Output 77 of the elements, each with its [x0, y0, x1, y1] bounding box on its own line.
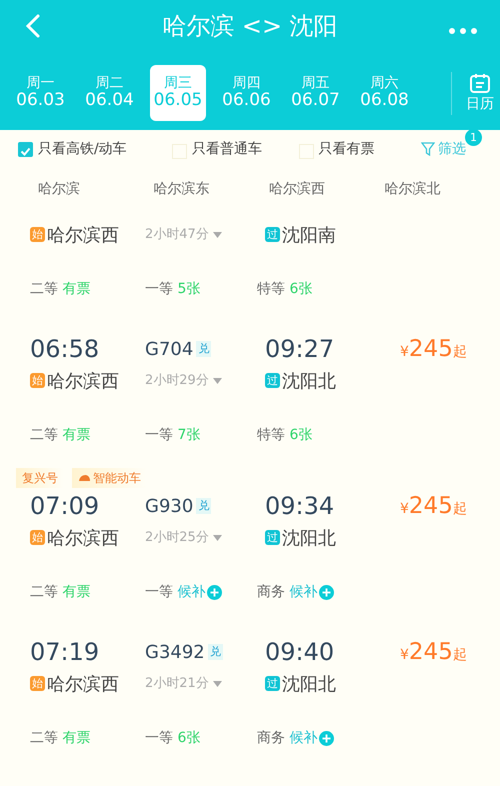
seat-availability: 商务 候补 [257, 728, 318, 748]
station-tab[interactable]: 哈尔滨 [38, 178, 154, 200]
caret-icon [212, 535, 222, 541]
add-icon[interactable] [319, 584, 334, 600]
caret-icon [212, 681, 222, 687]
date-tab[interactable]: 周六 06.08 [350, 65, 419, 121]
checkbox[interactable] [298, 142, 314, 156]
seat-availability: 特等 6张 [257, 280, 312, 298]
date-tab[interactable]: 周一 06.03 [6, 65, 75, 121]
station-badge: 过 [265, 676, 280, 690]
seat-availability: 二等 有票 [30, 582, 90, 602]
station-tab[interactable]: 哈尔滨北 [384, 178, 500, 200]
station-tab[interactable]: 哈尔滨西 [269, 178, 384, 200]
checkbox-label: 只看高铁/动车 [38, 140, 127, 158]
date-tab[interactable]: 周五 06.07 [281, 65, 350, 121]
station-name: $^{过}$ 沈阳北 [265, 672, 337, 696]
add-icon[interactable] [319, 730, 334, 746]
station-badge: 过 [265, 530, 280, 544]
duration[interactable]: 2小时29分 [145, 371, 209, 391]
train-icon [78, 474, 91, 482]
station-badge: 始 [30, 226, 45, 242]
station-badge: 始 [30, 372, 45, 388]
page-title: 哈尔滨 <> 沈阳 [162, 11, 338, 42]
seat-availability: 商务 候补 [257, 582, 318, 602]
calendar-button[interactable]: 日历 [451, 72, 494, 114]
station-name: $^{过}$ 沈阳北 [265, 370, 337, 394]
seat-availability: 一等 5张 [145, 280, 200, 298]
arrival-time: 09:40 [265, 637, 336, 668]
departure-time: 06:58 [30, 334, 100, 365]
train-number[interactable]: G930 [145, 492, 194, 520]
date-tab[interactable]: 周四 06.06 [212, 65, 281, 121]
seat-availability: 一等 6张 [145, 728, 200, 748]
add-icon[interactable] [207, 584, 222, 600]
filter-button[interactable]: 筛选 [421, 138, 466, 160]
station-tab[interactable]: 哈尔滨东 [154, 178, 269, 200]
station-name: $^{始}$ 哈尔滨西 [30, 672, 120, 696]
station-name: $^{始}$ 哈尔滨西 [30, 526, 120, 550]
exchange-badge: 兑 [196, 498, 212, 514]
price: ¥245起 [399, 492, 468, 521]
seat-availability: 一等 候补 [145, 582, 206, 602]
station-badge: 始 [30, 530, 45, 544]
checkbox-label: 只看普通车 [192, 140, 262, 158]
caret-icon [212, 232, 222, 238]
station-badge: 过 [265, 372, 280, 388]
station-name: $^{始}$ 哈尔滨西 [30, 370, 120, 394]
price: ¥245起 [399, 334, 468, 364]
duration[interactable]: 2小时25分 [145, 528, 209, 548]
duration[interactable]: 2小时47分 [145, 225, 209, 245]
station-name: $^{过}$ 沈阳北 [265, 526, 337, 550]
seat-availability: 二等 有票 [30, 426, 90, 444]
station-name: $^{过}$ 沈阳南 [265, 224, 337, 248]
seat-availability: 一等 7张 [145, 426, 200, 444]
checkbox-label: 只看有票 [318, 140, 375, 158]
exchange-badge: 兑 [208, 644, 223, 660]
seat-availability: 二等 有票 [30, 280, 90, 298]
station-name: $^{始}$ 哈尔滨西 [30, 224, 120, 248]
seat-availability: 二等 有票 [30, 728, 90, 748]
train-number[interactable]: G704 [145, 336, 194, 362]
arrival-time: 09:34 [265, 491, 336, 522]
station-badge: 始 [30, 676, 45, 690]
exchange-badge: 兑 [196, 340, 212, 358]
filter-icon [421, 142, 435, 156]
departure-time: 07:19 [30, 637, 100, 668]
count-badge: 1 [465, 128, 482, 146]
seat-availability: 特等 6张 [257, 426, 312, 444]
checkbox[interactable] [172, 142, 187, 156]
arrival-time: 09:27 [265, 334, 336, 365]
price: ¥245起 [399, 638, 468, 667]
caret-icon [212, 378, 222, 384]
calendar-icon [469, 72, 491, 94]
date-tab[interactable]: 周三 06.05 [150, 65, 206, 121]
train-number[interactable]: G3492 [145, 638, 205, 666]
duration[interactable]: 2小时21分 [145, 674, 209, 694]
station-badge: 过 [265, 226, 280, 242]
checkbox[interactable] [18, 142, 33, 156]
departure-time: 07:09 [30, 491, 100, 522]
date-tab[interactable]: 周二 06.04 [75, 65, 144, 121]
